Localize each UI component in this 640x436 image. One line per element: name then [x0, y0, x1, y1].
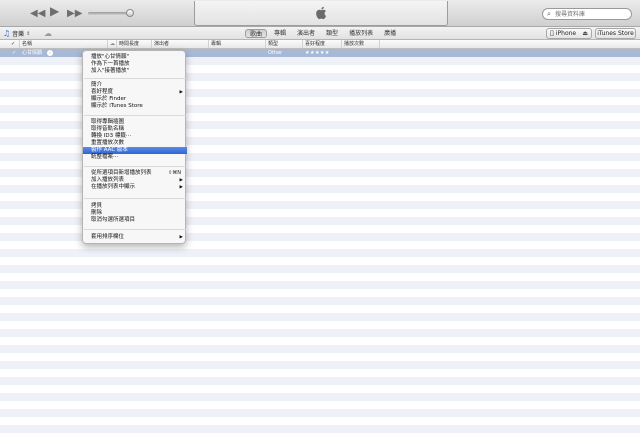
menu-separator [84, 229, 186, 230]
menu-separator [84, 166, 186, 167]
menu-item-play-next[interactable]: 作為下一首播放 [83, 61, 187, 68]
search-input[interactable] [555, 10, 629, 19]
menu-item-new-playlist-from-selection[interactable]: 從所選項目新增播放列表 ⇧⌘N [83, 170, 187, 177]
context-menu: 播放"心甘情願" 作為下一首播放 加入"接著播放" 簡介 喜好程度 ▶ 顯示於 … [82, 50, 187, 244]
tab-playlists[interactable]: 播放列表 [345, 29, 377, 38]
menu-item-play[interactable]: 播放"心甘情願" [83, 54, 187, 61]
menu-item-delete[interactable]: 刪除 [83, 210, 187, 217]
menu-item-apply-sort-label: 套用排序欄位 [91, 234, 125, 240]
library-selector[interactable]: ♫ 音樂 ⇕ [3, 29, 30, 38]
search-field[interactable]: ⌕ [542, 8, 632, 20]
menu-item-apply-sort-field[interactable]: 套用排序欄位 ▶ [83, 234, 187, 241]
menu-separator [84, 78, 186, 79]
action-arrow-icon[interactable]: › [47, 50, 53, 56]
status-display [194, 1, 448, 26]
column-genre[interactable]: 類型 [266, 40, 303, 48]
submenu-arrow-icon: ▶ [179, 178, 183, 183]
apple-logo-icon [316, 6, 326, 20]
track-rating[interactable]: ★★★★★ [305, 49, 330, 57]
navigation-bar: ♫ 音樂 ⇕ ☁ 歌曲 專輯 演出者 類型 播放列表 廣播 ▯ iPhone ⏏ … [0, 27, 640, 40]
itunes-store-button[interactable]: iTunes Store [595, 28, 636, 39]
submenu-arrow-icon: ▶ [179, 185, 183, 190]
menu-item-consolidate[interactable]: 統整檔案⋯ [83, 154, 187, 161]
track-genre: Other [268, 50, 283, 56]
menu-separator [84, 115, 186, 116]
toolbar: ◀◀ ▶ ▶▶ ⌕ [0, 0, 640, 27]
play-icon[interactable]: ▶ [50, 5, 59, 17]
rewind-icon[interactable]: ◀◀ [30, 8, 45, 19]
cloud-icon: ☁ [110, 41, 115, 47]
music-note-icon: ♫ [3, 29, 11, 38]
column-artist[interactable]: 演出者 [152, 40, 209, 48]
column-plays[interactable]: 播放次數 [342, 40, 380, 48]
menu-item-add-to-playlist[interactable]: 加入播放列表 ▶ [83, 177, 187, 184]
submenu-arrow-icon: ▶ [179, 90, 183, 95]
column-time[interactable]: 時間長度 [117, 40, 152, 48]
menu-item-get-track-names[interactable]: 取得音軌名稱 [83, 126, 187, 133]
menu-item-new-playlist-label: 從所選項目新增播放列表 [91, 170, 152, 176]
library-label: 音樂 [12, 31, 25, 38]
menu-item-add-to-playlist-label: 加入播放列表 [91, 177, 125, 183]
menu-item-show-in-playlist-label: 在播放列表中顯示 [91, 184, 136, 190]
menu-item-rating-label: 喜好程度 [91, 89, 114, 95]
column-cloud[interactable]: ☁ [108, 40, 117, 48]
view-tabs: 歌曲 專輯 演出者 類型 播放列表 廣播 [245, 29, 403, 38]
tab-radio[interactable]: 廣播 [380, 29, 400, 38]
column-header: ✓ 名稱 ☁ 時間長度 演出者 專輯 類型 喜好程度 播放次數 [0, 40, 640, 49]
tab-genres[interactable]: 類型 [322, 29, 342, 38]
menu-item-copy[interactable]: 拷貝 [83, 203, 187, 210]
menu-item-show-in-finder[interactable]: 顯示於 Finder [83, 96, 187, 103]
chevron-updown-icon: ⇕ [26, 30, 31, 37]
track-checkbox[interactable]: ✓ [12, 49, 16, 57]
menu-item-reset-plays[interactable]: 重置播放次數 [83, 140, 187, 147]
search-icon: ⌕ [547, 10, 551, 18]
iphone-device-button[interactable]: ▯ iPhone ⏏ [546, 28, 592, 39]
track-name: 心甘情願 [22, 50, 43, 56]
menu-item-show-in-store[interactable]: 顯示於 iTunes Store [83, 103, 187, 110]
eject-icon[interactable]: ⏏ [582, 29, 588, 38]
column-check[interactable]: ✓ [0, 40, 20, 48]
menu-item-rating[interactable]: 喜好程度 ▶ [83, 89, 187, 96]
menu-item-show-in-playlist[interactable]: 在播放列表中顯示 ▶ [83, 184, 187, 191]
cloud-icon[interactable]: ☁ [44, 29, 52, 38]
menu-item-uncheck-selection[interactable]: 取消勾選所選項目 [83, 217, 187, 224]
phone-icon: ▯ [550, 29, 554, 37]
column-name[interactable]: 名稱 [20, 40, 108, 48]
column-album[interactable]: 專輯 [209, 40, 266, 48]
submenu-arrow-icon: ▶ [179, 235, 183, 240]
volume-slider[interactable] [88, 12, 130, 15]
column-rating[interactable]: 喜好程度 [303, 40, 342, 48]
volume-knob[interactable] [126, 9, 134, 17]
menu-item-convert-id3[interactable]: 轉換 ID3 標籤⋯ [83, 133, 187, 140]
menu-item-create-aac[interactable]: 製作 AAC 版本 [83, 147, 187, 154]
device-label: iPhone [555, 30, 577, 37]
tab-albums[interactable]: 專輯 [270, 29, 290, 38]
menu-item-add-up-next[interactable]: 加入"接著播放" [83, 68, 187, 75]
fast-forward-icon[interactable]: ▶▶ [67, 8, 82, 19]
menu-item-get-info[interactable]: 簡介 [83, 82, 187, 89]
menu-shortcut: ⇧⌘N [168, 170, 181, 176]
tab-songs[interactable]: 歌曲 [245, 29, 268, 38]
tab-artists[interactable]: 演出者 [293, 29, 319, 38]
menu-item-get-artwork[interactable]: 取得專輯插圖 [83, 119, 187, 126]
menu-separator [84, 198, 186, 199]
